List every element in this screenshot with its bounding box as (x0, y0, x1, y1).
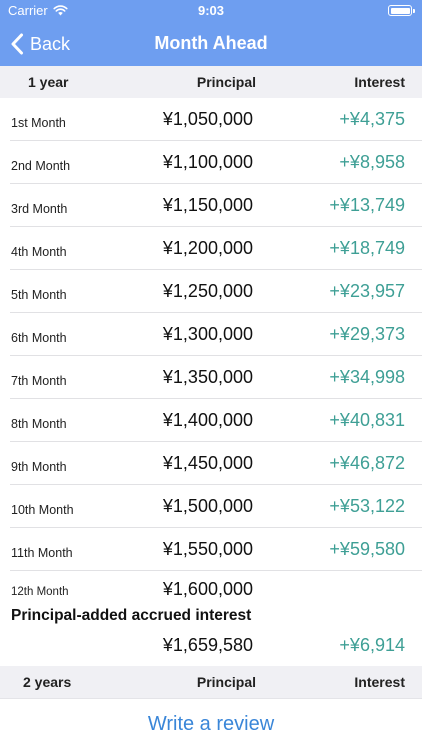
month-label: 11th Month (11, 546, 73, 560)
table-row: 6th Month ¥1,300,000 +¥29,373 (0, 313, 422, 356)
principal-value: ¥1,300,000 (162, 324, 253, 344)
month-label: 8th Month (11, 417, 67, 431)
interest-value: +¥13,749 (329, 195, 405, 215)
month-label: 9th Month (11, 460, 67, 474)
interest-value: +¥34,998 (329, 367, 405, 387)
navigation-bar: Back Month Ahead (0, 22, 422, 66)
principal-value: ¥1,500,000 (162, 496, 253, 516)
table-row: 5th Month ¥1,250,000 +¥23,957 (0, 270, 422, 313)
interest-value: +¥46,872 (329, 453, 405, 473)
column-header-principal: Principal (196, 674, 256, 690)
accrued-interest-row: ¥1,659,580 +¥6,914 (0, 630, 422, 660)
principal-value: ¥1,100,000 (162, 152, 253, 172)
write-review-button[interactable]: Write a review (0, 713, 422, 736)
principal-value: ¥1,200,000 (162, 238, 253, 258)
interest-value: +¥40,831 (329, 410, 405, 430)
principal-value: ¥1,250,000 (162, 281, 253, 301)
section-header-2-years: 2 years Principal Interest (0, 666, 422, 698)
interest-value: +¥18,749 (329, 238, 405, 258)
month-label: 1st Month (11, 116, 66, 130)
table-row: 8th Month ¥1,400,000 +¥40,831 (0, 399, 422, 442)
interest-value: +¥23,957 (329, 281, 405, 301)
month-label: 4th Month (11, 245, 67, 259)
month-list: 1st Month ¥1,050,000 +¥4,375 2nd Month ¥… (0, 98, 422, 571)
interest-value: +¥53,122 (329, 496, 405, 516)
table-row-final-month: 12th Month ¥1,600,000 (0, 570, 422, 600)
principal-value: ¥1,400,000 (162, 410, 253, 430)
accrued-interest-title: Principal-added accrued interest (11, 607, 252, 624)
principal-value: ¥1,450,000 (162, 453, 253, 473)
status-bar: Carrier 9:03 (0, 0, 422, 22)
table-row: 7th Month ¥1,350,000 +¥34,998 (0, 356, 422, 399)
interest-value: +¥29,373 (329, 324, 405, 344)
section-label: 1 year (28, 74, 69, 90)
section-label: 2 years (23, 674, 72, 690)
battery-icon (388, 5, 415, 16)
table-row: 10th Month ¥1,500,000 +¥53,122 (0, 485, 422, 528)
principal-value: ¥1,600,000 (162, 579, 253, 599)
table-row: 9th Month ¥1,450,000 +¥46,872 (0, 442, 422, 485)
table-row: 4th Month ¥1,200,000 +¥18,749 (0, 227, 422, 270)
month-label: 3rd Month (11, 202, 68, 216)
interest-value: +¥4,375 (339, 109, 405, 129)
interest-value: +¥8,958 (339, 152, 405, 172)
table-row: 2nd Month ¥1,100,000 +¥8,958 (0, 141, 422, 184)
month-label: 5th Month (11, 288, 67, 302)
table-row: 3rd Month ¥1,150,000 +¥13,749 (0, 184, 422, 227)
table-row: 1st Month ¥1,050,000 +¥4,375 (0, 98, 422, 141)
month-label: 2nd Month (11, 159, 71, 173)
page-title: Month Ahead (154, 33, 268, 53)
month-label: 6th Month (11, 331, 67, 345)
month-label: 10th Month (11, 503, 74, 517)
review-bar: Write a review (0, 698, 422, 750)
principal-value: ¥1,050,000 (162, 109, 253, 129)
column-header-interest: Interest (354, 74, 405, 90)
accrued-interest-value: +¥6,914 (339, 635, 405, 655)
app-screen: Carrier 9:03 Back Month Ahead 1 year Pri… (0, 0, 422, 750)
status-time: 9:03 (197, 3, 225, 18)
month-label: 12th Month (11, 586, 69, 598)
table-row: 11th Month ¥1,550,000 +¥59,580 (0, 528, 422, 571)
interest-value: +¥59,580 (329, 539, 405, 559)
principal-value: ¥1,550,000 (162, 539, 253, 559)
principal-value: ¥1,150,000 (162, 195, 253, 215)
section-header-1-year: 1 year Principal Interest (0, 66, 422, 98)
accrued-principal-value: ¥1,659,580 (162, 635, 253, 655)
column-header-interest: Interest (354, 674, 405, 690)
month-label: 7th Month (11, 374, 67, 388)
column-header-principal: Principal (196, 74, 256, 90)
principal-value: ¥1,350,000 (162, 367, 253, 387)
top-bar: Carrier 9:03 Back Month Ahead (0, 0, 422, 66)
